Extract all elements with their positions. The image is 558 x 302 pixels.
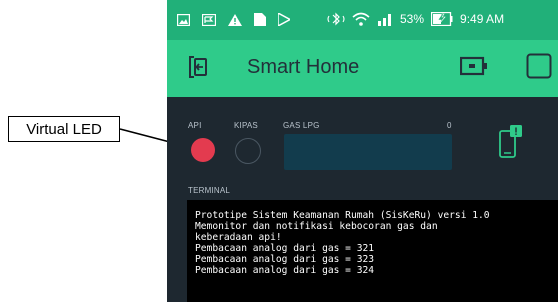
led-kipas-label: KIPAS (234, 121, 258, 130)
page-title: Smart Home (247, 56, 360, 78)
callout-label: Virtual LED (8, 116, 120, 142)
terminal-line: Pembacaan analog dari gas = 323 (195, 254, 375, 265)
back-button[interactable] (185, 55, 211, 84)
terminal-label: TERMINAL (188, 186, 231, 195)
terminal-line: Pembacaan analog dari gas = 324 (195, 265, 375, 276)
status-bar: 53% 9:49 AM (167, 0, 558, 40)
battery-percent: 53% (400, 12, 425, 26)
terminal-line: Memonitor dan notifikasi kebocoran gas d… (195, 221, 438, 232)
led-kipas[interactable] (235, 138, 261, 164)
gauge-gas-value: 0 (447, 121, 452, 130)
wifi-icon (352, 12, 370, 26)
device-button[interactable] (459, 56, 489, 80)
flag-icon (202, 13, 216, 26)
signal-icon (377, 12, 393, 26)
led-api-label: API (188, 121, 202, 130)
image-icon (177, 13, 190, 26)
phone-notification-icon (497, 124, 523, 164)
bluetooth-icon (327, 12, 345, 26)
notification-widget[interactable] (497, 124, 523, 164)
phone-screen: 53% 9:49 AM Smart Home API KIPAS GAS LPG… (167, 0, 558, 302)
app-header: Smart Home (167, 40, 558, 97)
battery-charging-icon (431, 12, 453, 26)
terminal[interactable]: Prototipe Sistem Keamanan Rumah (SisKeRu… (187, 200, 558, 302)
square-icon (526, 53, 552, 84)
device-icon (459, 56, 488, 81)
back-icon (186, 55, 210, 84)
clock: 9:49 AM (460, 12, 505, 26)
play-store-icon (278, 13, 290, 26)
square-button[interactable] (525, 53, 553, 84)
terminal-line: Prototipe Sistem Keamanan Rumah (SisKeRu… (195, 210, 490, 221)
gauge-gas-bar[interactable] (284, 134, 452, 170)
led-api[interactable] (191, 138, 215, 162)
terminal-line: Pembacaan analog dari gas = 321 (195, 243, 375, 254)
file-icon (254, 13, 266, 26)
gauge-gas-label: GAS LPG (283, 121, 320, 130)
warning-icon (228, 13, 242, 26)
terminal-line: keberadaan api! (195, 232, 282, 243)
